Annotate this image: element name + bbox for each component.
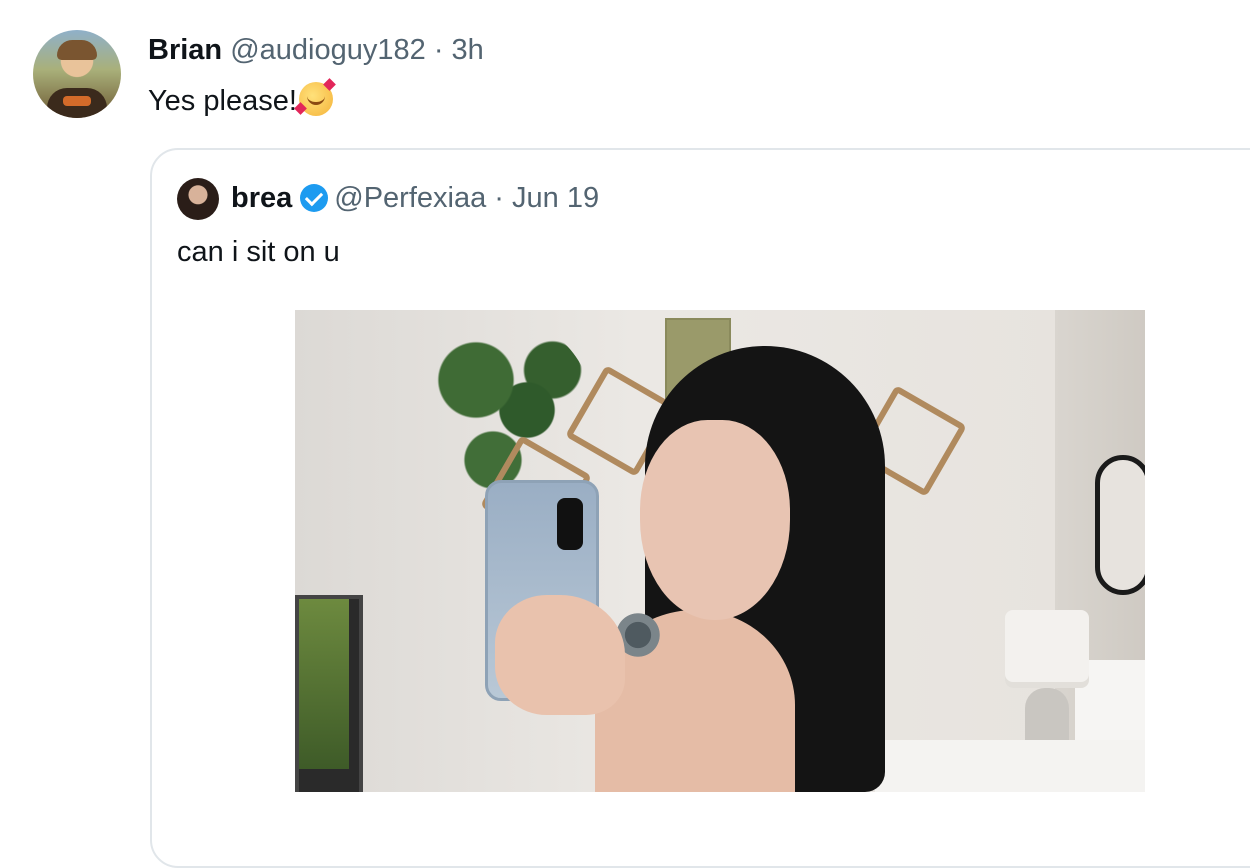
quoted-tweet-header: brea @Perfexiaa · Jun 19 (231, 180, 599, 216)
user-avatar[interactable] (33, 30, 121, 118)
verified-badge-icon (300, 184, 329, 212)
quoted-user-handle[interactable]: @Perfexiaa (334, 182, 486, 214)
photo-lamp-shade (1005, 610, 1089, 688)
separator: · (433, 34, 444, 66)
avatar-hair (57, 40, 97, 60)
photo-bed (875, 740, 1145, 792)
reply-tweet[interactable]: Brian @audioguy182 · 3h Yes please! brea… (0, 0, 1250, 868)
quoted-display-name[interactable]: brea (231, 182, 292, 214)
photo-lamp-base (1025, 688, 1069, 748)
photo-phone-camera (557, 498, 583, 550)
tweet-text-content: Yes please! (148, 85, 297, 117)
photo-person-hand (495, 595, 625, 715)
quoted-date[interactable]: Jun 19 (512, 182, 599, 214)
avatar-shirt-print (63, 96, 91, 106)
tweet-header: Brian @audioguy182 · 3h (148, 32, 484, 68)
photo-person-face (640, 420, 790, 620)
photo-terrarium-plants (299, 599, 349, 769)
photo-wall-mirror (1095, 455, 1145, 595)
user-handle[interactable]: @audioguy182 (230, 34, 426, 66)
timestamp[interactable]: 3h (452, 34, 484, 66)
quoted-user-avatar[interactable] (177, 178, 219, 220)
quoted-separator: · (494, 182, 504, 214)
smiling-face-with-hearts-icon (294, 78, 336, 116)
quoted-media-photo[interactable] (295, 310, 1145, 792)
quoted-tweet-text: can i sit on u (177, 236, 340, 268)
tweet-text: Yes please! (148, 78, 336, 119)
display-name[interactable]: Brian (148, 34, 222, 66)
